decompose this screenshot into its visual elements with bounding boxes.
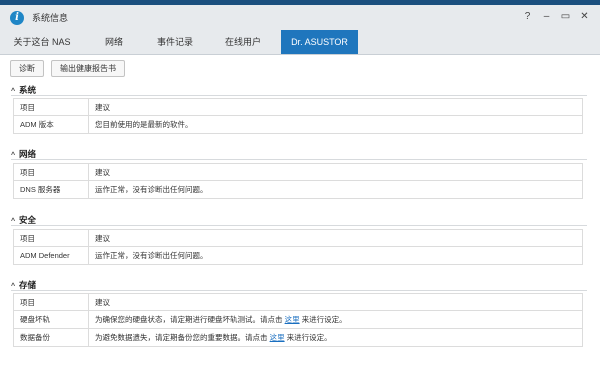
row-advice: 为避免数据遗失，请定期备份您的重要数据。请点击 这里 来进行设定。 — [88, 328, 583, 347]
security-table: 项目 建议 ADM Defender 运作正常，没有诊断出任何问题。 — [13, 229, 583, 265]
export-health-report-button[interactable]: 输出健康报告书 — [51, 60, 125, 77]
header-item: 项目 — [13, 229, 89, 247]
help-icon[interactable]: ? — [518, 10, 537, 24]
collapse-caret-icon[interactable]: ^ — [11, 283, 19, 290]
header-advice: 建议 — [88, 229, 583, 247]
table-header-row: 项目 建议 — [13, 98, 583, 116]
header-advice: 建议 — [88, 98, 583, 116]
collapse-caret-icon[interactable]: ^ — [11, 152, 19, 159]
minimize-icon[interactable]: – — [537, 10, 556, 24]
window-controls: ? – ▭ ✕ — [518, 10, 594, 24]
header-item: 项目 — [13, 163, 89, 181]
tab-event-log[interactable]: 事件记录 — [148, 30, 202, 54]
header-advice: 建议 — [88, 163, 583, 181]
row-advice: 您目前使用的是最新的软件。 — [88, 115, 583, 134]
row-item: 数据备份 — [13, 328, 89, 347]
section-divider — [11, 225, 587, 226]
storage-table: 项目 建议 硬盘坏轨 为确保您的硬盘状态，请定期进行硬盘坏轨测试。请点击 这里 … — [13, 293, 583, 347]
maximize-icon[interactable]: ▭ — [556, 10, 575, 24]
section-divider — [11, 290, 587, 291]
diagnose-button[interactable]: 诊断 — [10, 60, 44, 77]
section-divider — [11, 159, 587, 160]
collapse-caret-icon[interactable]: ^ — [11, 218, 19, 225]
window-title: 系统信息 — [32, 13, 69, 23]
row-item: DNS 服务器 — [13, 180, 89, 199]
header-item: 项目 — [13, 98, 89, 116]
table-row: ADM Defender 运作正常，没有诊断出任何问题。 — [13, 246, 583, 265]
system-table: 项目 建议 ADM 版本 您目前使用的是最新的软件。 — [13, 98, 583, 134]
tab-dr-asustor[interactable]: Dr. ASUSTOR — [281, 30, 358, 54]
row-advice: 为确保您的硬盘状态，请定期进行硬盘坏轨测试。请点击 这里 来进行设定。 — [88, 310, 583, 329]
table-row: DNS 服务器 运作正常，没有诊断出任何问题。 — [13, 180, 583, 199]
header-item: 项目 — [13, 293, 89, 311]
title-bar: i 系统信息 ? – ▭ ✕ — [0, 5, 600, 30]
table-row: 硬盘坏轨 为确保您的硬盘状态，请定期进行硬盘坏轨测试。请点击 这里 来进行设定。 — [13, 310, 583, 329]
settings-link[interactable]: 这里 — [285, 315, 300, 324]
section-divider — [11, 95, 587, 96]
tab-about-nas[interactable]: 关于这台 NAS — [6, 30, 78, 54]
table-row: ADM 版本 您目前使用的是最新的软件。 — [13, 115, 583, 134]
header-advice: 建议 — [88, 293, 583, 311]
tab-bar: 关于这台 NAS 网络 事件记录 在线用户 Dr. ASUSTOR — [0, 30, 600, 55]
row-advice: 运作正常，没有诊断出任何问题。 — [88, 180, 583, 199]
tab-network[interactable]: 网络 — [92, 30, 136, 54]
table-header-row: 项目 建议 — [13, 163, 583, 181]
toolbar: 诊断 输出健康报告书 — [10, 60, 125, 77]
collapse-caret-icon[interactable]: ^ — [11, 88, 19, 95]
row-item: ADM Defender — [13, 246, 89, 265]
row-advice: 运作正常，没有诊断出任何问题。 — [88, 246, 583, 265]
table-header-row: 项目 建议 — [13, 229, 583, 247]
info-icon: i — [10, 10, 24, 25]
row-item: 硬盘坏轨 — [13, 310, 89, 329]
table-row: 数据备份 为避免数据遗失，请定期备份您的重要数据。请点击 这里 来进行设定。 — [13, 328, 583, 347]
network-table: 项目 建议 DNS 服务器 运作正常，没有诊断出任何问题。 — [13, 163, 583, 199]
row-item: ADM 版本 — [13, 115, 89, 134]
table-header-row: 项目 建议 — [13, 293, 583, 311]
tab-online-users[interactable]: 在线用户 — [216, 30, 270, 54]
settings-link[interactable]: 这里 — [270, 333, 285, 342]
close-icon[interactable]: ✕ — [575, 10, 594, 24]
